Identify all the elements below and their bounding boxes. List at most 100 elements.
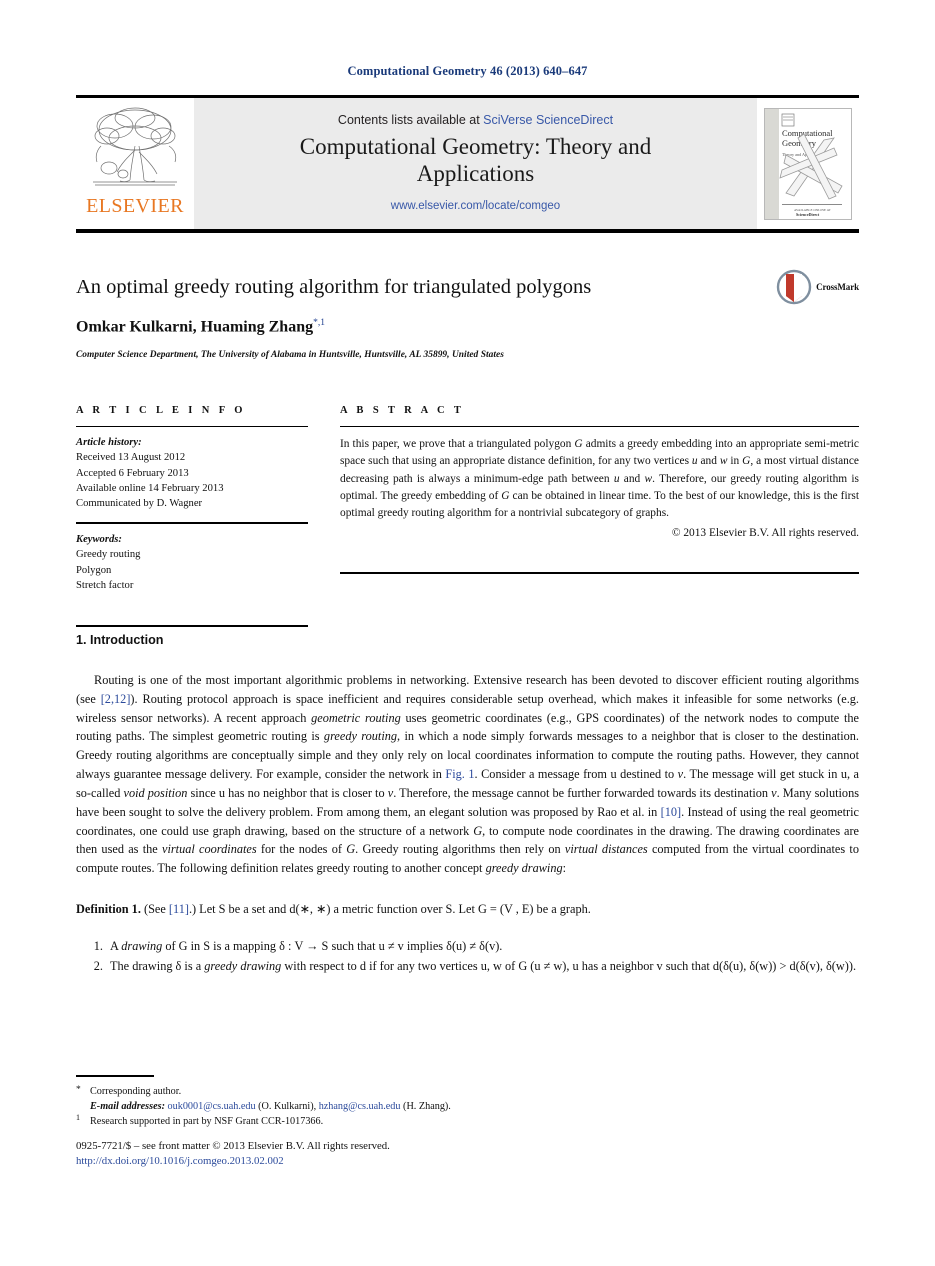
keyword-item: Stretch factor [76,579,134,591]
author-footnote-marks: *,1 [313,317,325,328]
sciencedirect-link[interactable]: SciVerse ScienceDirect [483,113,613,127]
definition-paragraph: Definition 1. (See [11].) Let S be a set… [76,900,859,919]
def-item-seg: of G in S is a mapping δ : V → S such th… [162,938,503,953]
def-item-emph: drawing [121,938,163,953]
citation-ref[interactable]: [2,12] [101,692,131,706]
article-info-column: A R T I C L E I N F O Article history: R… [76,405,308,628]
footnote-emails: E-mail addresses: ouk0001@cs.uah.edu (O.… [76,1099,576,1114]
journal-masthead: ELSEVIER Contents lists available at Sci… [76,95,859,233]
contents-prefix: Contents lists available at [337,113,484,128]
contents-available-line: Contents lists available at SciVerse Sci… [338,113,613,127]
email-owner-1: (O. Kulkarni), [255,1100,319,1112]
title-block: CrossMark An optimal greedy routing algo… [76,269,859,360]
para-seg: . Greedy routing algorithms then rely on [355,842,565,857]
body-content: 1. Introduction Routing is one of the mo… [76,633,859,977]
abs-var: w [644,472,653,485]
email-link-zhang[interactable]: hzhang@cs.uah.edu [319,1101,401,1112]
svg-text:Computational: Computational [782,128,833,138]
masthead-bottom-rule [76,229,859,233]
elsevier-wordmark: ELSEVIER [86,195,184,217]
crossmark-icon [776,269,812,305]
footnote-corresponding-text: Corresponding author. [90,1085,182,1097]
abs-seg: and [619,472,645,485]
para-seg: since u has no neighbor that is closer t… [187,785,388,800]
keywords-group: Keywords: Greedy routing Polygon Stretch… [76,524,308,603]
history-item: Accepted 6 February 2013 [76,467,189,479]
para-seg: : [562,861,567,876]
abstract-rule-bottom [340,571,859,574]
abs-seg: In this paper, we prove that a triangula… [340,438,575,450]
history-item: Communicated by D. Wagner [76,498,203,510]
def-item-seg: A [110,938,122,953]
abs-seg: in [727,455,743,468]
figure-ref[interactable]: Fig. 1 [445,767,474,781]
footnote-corresponding-author: * Corresponding author. [76,1084,576,1099]
definition-list: A drawing of G in S is a mapping δ : V →… [76,937,859,976]
article-info-heading: A R T I C L E I N F O [76,405,246,416]
def-item-seg: with respect to d if for any two vertice… [281,958,857,973]
journal-title: Computational Geometry: Theory and Appli… [299,134,652,186]
running-head: Computational Geometry 46 (2013) 640–647 [347,64,588,78]
para-seg: for the nodes of [256,842,347,857]
definition-item: The drawing δ is a greedy drawing with r… [106,957,859,976]
page-title: An optimal greedy routing algorithm for … [76,276,592,298]
history-item: Available online 14 February 2013 [76,483,224,495]
elsevier-logo: ELSEVIER [76,98,194,229]
journal-cover-thumbnail: Computational Geometry Theory and Applic… [757,98,859,229]
footnote-funding-text: Research supported in part by NSF Grant … [90,1115,324,1127]
masthead-center: Contents lists available at SciVerse Sci… [194,98,757,229]
cover-image: Computational Geometry Theory and Applic… [764,107,852,220]
crossmark-badge[interactable]: CrossMark [776,269,859,305]
svg-text:ScienceDirect: ScienceDirect [796,212,820,217]
para-emph: virtual distances [564,842,648,857]
footnote-number-mark: 1 [76,1112,80,1122]
para-emph: greedy drawing [485,861,563,876]
para-emph: greedy routing [323,729,398,744]
history-item: Received 13 August 2012 [76,452,186,464]
issn-copyright-line: 0925-7721/$ – see front matter © 2013 El… [76,1140,390,1152]
doi-link[interactable]: http://dx.doi.org/10.1016/j.comgeo.2013.… [76,1154,676,1169]
crossmark-label: CrossMark [816,282,859,292]
footnote-separator-rule [76,1075,154,1077]
section-heading-introduction: 1. Introduction [76,633,164,647]
abstract-text: In this paper, we prove that a triangula… [340,427,859,542]
author-names: Omkar Kulkarni, Huaming Zhang [76,317,314,335]
affiliation: Computer Science Department, The Univers… [76,349,504,360]
paper-page: Computational Geometry 46 (2013) 640–647 [0,0,935,1266]
footnotes-block: * Corresponding author. E-mail addresses:… [76,1075,576,1129]
journal-url-link[interactable]: www.elsevier.com/locate/comgeo [391,200,560,212]
elsevier-tree-icon [93,107,177,186]
para-var: G [346,842,356,857]
author-list: Omkar Kulkarni, Huaming Zhang*,1 [76,318,859,336]
def-item-emph: greedy drawing [204,958,282,973]
para-emph: void position [123,785,188,800]
para-var: G [473,823,483,838]
def-seg: (See [140,901,169,916]
citation-ref[interactable]: [10] [661,805,682,819]
def-seg: .) Let S be a set and d(∗, ∗) a metric f… [188,901,591,916]
abstract-heading: A B S T R A C T [340,405,465,416]
keywords-label: Keywords: [76,533,122,545]
para-seg: . Therefore, the message cannot be furth… [393,785,772,800]
citation-ref[interactable]: [11] [169,902,189,916]
abs-seg: and [697,455,720,468]
info-abstract-columns: A R T I C L E I N F O Article history: R… [76,405,859,628]
abs-var: G [574,438,583,450]
footnote-funding-note: 1 Research supported in part by NSF Grant… [76,1112,576,1129]
intro-paragraph: Routing is one of the most important alg… [76,671,859,878]
para-emph: geometric routing [311,710,401,725]
bottom-matter: 0925-7721/$ – see front matter © 2013 El… [76,1139,676,1170]
abstract-copyright: © 2013 Elsevier B.V. All rights reserved… [671,526,859,539]
def-item-seg: The drawing δ is a [110,958,205,973]
article-info-rule-bottom [76,625,308,628]
para-seg: . Consider a message from u destined to [474,767,678,782]
email-owner-2: (H. Zhang). [400,1100,451,1112]
keyword-item: Polygon [76,564,112,576]
email-link-kulkarni[interactable]: ouk0001@cs.uah.edu [168,1101,256,1112]
article-history-label: Article history: [76,437,142,448]
abstract-column: A B S T R A C T In this paper, we prove … [340,405,859,627]
para-emph: virtual coordinates [162,842,257,857]
definition-label: Definition 1. [76,901,141,916]
article-history-group: Article history: Received 13 August 2012… [76,427,308,522]
footnote-asterisk-mark: * [76,1084,81,1095]
